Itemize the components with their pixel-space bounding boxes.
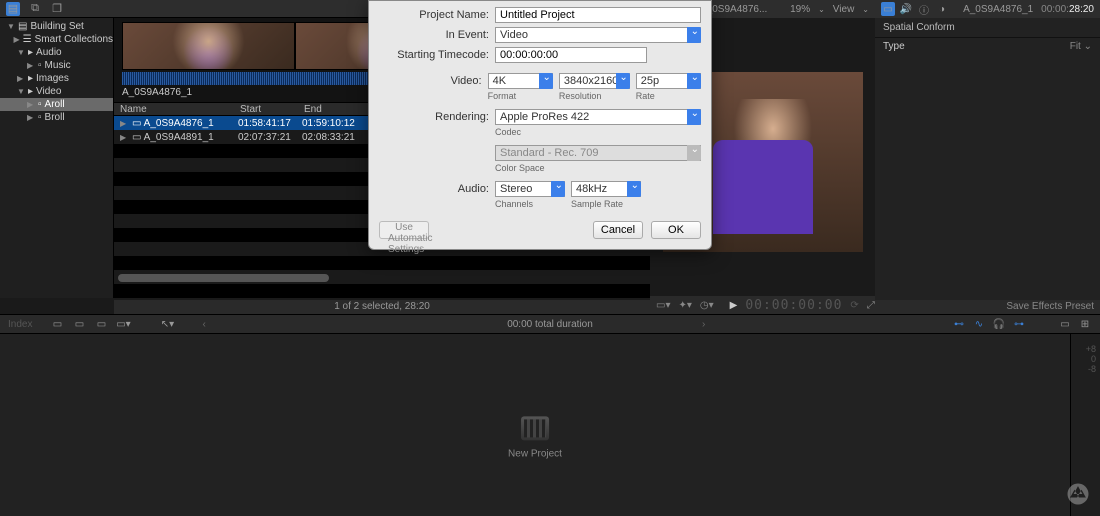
aperture-logo-icon — [1064, 480, 1092, 508]
use-automatic-settings-button[interactable]: Use Automatic Settings — [379, 221, 429, 239]
starting-tc-input[interactable] — [495, 47, 647, 63]
tl-effects-icon[interactable]: ⊞ — [1078, 317, 1092, 331]
tl-icon-1[interactable]: ▭ — [50, 317, 64, 331]
rendering-label: Rendering: — [379, 111, 489, 123]
clip-icon[interactable]: ❐ — [50, 2, 64, 16]
video-inspector-icon[interactable]: ▭ — [881, 2, 895, 16]
view-menu[interactable]: View — [833, 4, 855, 15]
loop-icon[interactable]: ⟳ — [850, 300, 858, 311]
video-format-select[interactable]: 4K — [488, 73, 553, 89]
sidebar-item-label: Building Set — [30, 21, 83, 32]
inspector-clip-name: A_0S9A4876_1 — [963, 4, 1033, 15]
tl-skimming-icon[interactable]: ⊷ — [952, 317, 966, 331]
inspector-panel: Spatial Conform Type Fit ⌄ Save Effects … — [875, 18, 1100, 314]
color-space-select: Standard - Rec. 709 — [495, 145, 701, 161]
tl-clip-appearance-icon[interactable]: ▭ — [1058, 317, 1072, 331]
video-label: Video: — [379, 75, 482, 87]
tl-icon-2[interactable]: ▭ — [72, 317, 86, 331]
zoom-chevron-icon[interactable]: ⌄ — [818, 5, 825, 14]
transform-icon[interactable]: ✦▾ — [678, 300, 691, 311]
filmstrip-thumb[interactable] — [122, 22, 295, 70]
inspector-type-label: Type — [883, 41, 905, 52]
inspector-header: ▭ 🔊 ⓘ ◑ A_0S9A4876_1 00:00:28:20 — [875, 0, 1100, 18]
sidebar-item-label: Images — [36, 73, 69, 84]
audio-inspector-icon[interactable]: 🔊 — [899, 2, 913, 16]
in-event-select[interactable]: Video — [495, 27, 701, 43]
fullscreen-icon[interactable]: ⤢ — [867, 300, 875, 311]
sidebar-item-label: Audio — [36, 47, 62, 58]
view-chevron-icon[interactable]: ⌄ — [862, 5, 869, 14]
timeline-index[interactable]: Index — [8, 319, 32, 330]
tl-icon-4[interactable]: ▭▾ — [116, 317, 130, 331]
tl-solo-icon[interactable]: 🎧 — [992, 317, 1006, 331]
column-name[interactable]: Name — [114, 103, 234, 115]
back-icon[interactable]: ▤ — [6, 2, 20, 16]
column-start[interactable]: Start — [234, 103, 298, 115]
timeline-nav-right[interactable]: › — [682, 319, 725, 330]
audio-samplerate-select[interactable]: 48kHz — [571, 181, 641, 197]
save-effects-preset[interactable]: Save Effects Preset — [875, 300, 1100, 314]
sidebar-item[interactable]: ▶▫Music — [0, 59, 113, 72]
timeline[interactable]: New Project — [0, 334, 1070, 516]
ok-button[interactable]: OK — [651, 221, 701, 239]
inspector-section-title: Spatial Conform — [875, 18, 1100, 38]
column-end[interactable]: End — [298, 103, 362, 115]
sidebar-item-label: Smart Collections — [35, 34, 113, 45]
media-import-icon[interactable]: ⧉ — [28, 2, 42, 16]
audio-channels-select[interactable]: Stereo — [495, 181, 565, 197]
sidebar-item-label: Broll — [45, 112, 65, 123]
inspector-timecode: 00:00:28:20 — [1041, 4, 1094, 15]
project-name-label: Project Name: — [379, 9, 489, 21]
sidebar-item-label: Video — [36, 86, 61, 97]
retime-icon[interactable]: ◷▾ — [700, 300, 714, 311]
timeline-nav-left[interactable]: ‹ — [182, 319, 225, 330]
tl-snap-icon[interactable]: ⊶ — [1012, 317, 1026, 331]
sidebar-item-label: Aroll — [45, 99, 65, 110]
video-rate-select[interactable]: 25p — [636, 73, 701, 89]
sidebar-item-label: Music — [45, 60, 71, 71]
audio-label: Audio: — [379, 183, 489, 195]
inspector-type-value[interactable]: Fit ⌄ — [1070, 41, 1092, 52]
sidebar-item[interactable]: ▶▫Aroll — [0, 98, 113, 111]
display-options-icon[interactable]: ▭▾ — [656, 300, 670, 311]
share-inspector-icon[interactable]: ◑ — [935, 2, 949, 16]
starting-tc-label: Starting Timecode: — [379, 49, 489, 61]
sidebar-item[interactable]: ▶▸Images — [0, 72, 113, 85]
new-project-placeholder[interactable]: New Project — [508, 416, 562, 459]
cancel-button[interactable]: Cancel — [593, 221, 643, 239]
rendering-codec-select[interactable]: Apple ProRes 422 — [495, 109, 701, 125]
viewer-toolbar: ▭▾ ✦▾ ◷▾ ▶ 00:00:00:00 ⟳ ⤢ — [650, 296, 875, 314]
browser-footer: 1 of 2 selected, 28:20 — [114, 300, 650, 314]
inspector-type-row: Type Fit ⌄ — [875, 38, 1100, 55]
tl-icon-3[interactable]: ▭ — [94, 317, 108, 331]
info-inspector-icon[interactable]: ⓘ — [917, 2, 931, 16]
timeline-toolbar: Index ▭ ▭ ▭ ▭▾ ↖▾ ‹ 00:00 total duration… — [0, 314, 1100, 334]
play-button[interactable]: ▶ — [730, 300, 738, 311]
sidebar-item[interactable]: ▼▤Building Set — [0, 20, 113, 33]
sidebar-item[interactable]: ▼▸Video — [0, 85, 113, 98]
sidebar-item[interactable]: ▼▸Audio — [0, 46, 113, 59]
project-name-input[interactable] — [495, 7, 701, 23]
in-event-label: In Event: — [379, 29, 489, 41]
timeline-duration: 00:00 total duration — [507, 319, 593, 330]
library-sidebar: ▼▤Building Set▶☰Smart Collections▼▸Audio… — [0, 18, 114, 298]
clapper-icon — [521, 416, 549, 440]
horizontal-scrollbar[interactable] — [118, 274, 646, 282]
new-project-dialog: Project Name: In Event: Video Starting T… — [368, 0, 712, 250]
sidebar-item[interactable]: ▶☰Smart Collections — [0, 33, 113, 46]
viewer-timecode[interactable]: 00:00:00:00 — [745, 298, 842, 313]
video-resolution-select[interactable]: 3840x2160 — [559, 73, 630, 89]
new-project-label: New Project — [508, 448, 562, 459]
sidebar-item[interactable]: ▶▫Broll — [0, 111, 113, 124]
select-tool-icon[interactable]: ↖▾ — [160, 317, 174, 331]
zoom-level[interactable]: 19% — [790, 4, 810, 15]
tl-audio-skim-icon[interactable]: ∿ — [972, 317, 986, 331]
